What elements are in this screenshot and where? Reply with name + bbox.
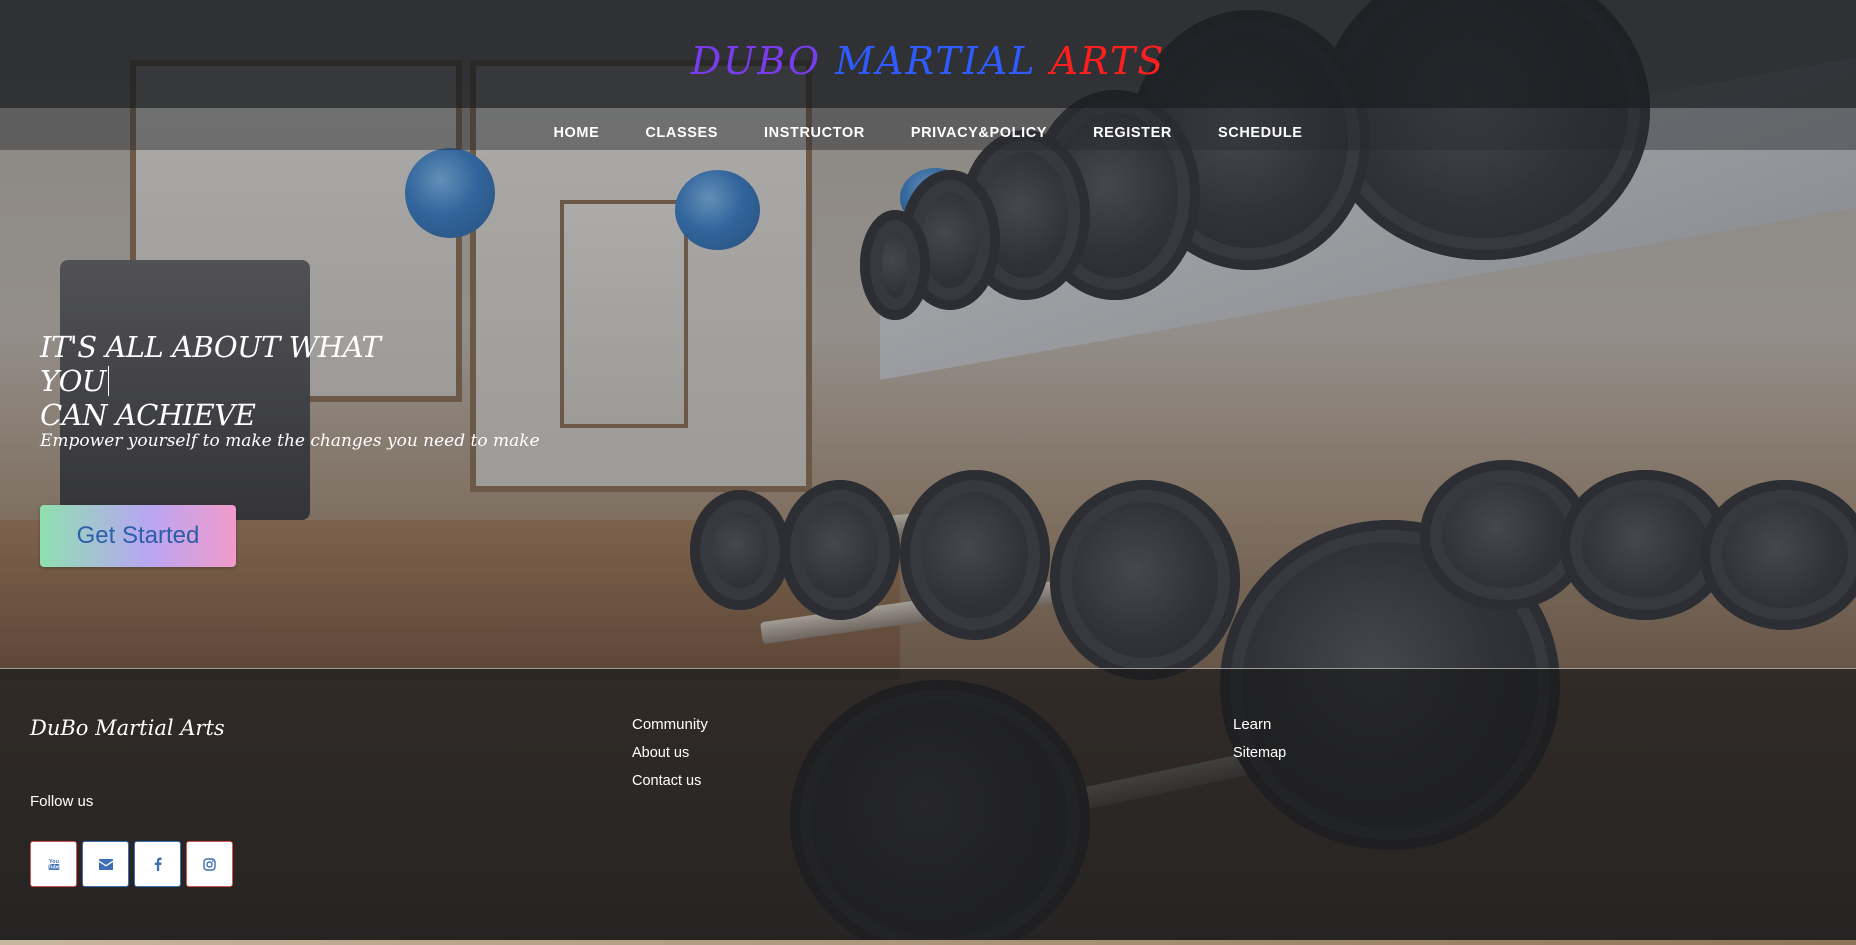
logo-word-dubo: DUBO [690, 39, 821, 83]
nav-instructor[interactable]: INSTRUCTOR [741, 118, 888, 148]
logo-word-martial: MARTIAL [835, 39, 1037, 83]
hero-title: IT'S ALL ABOUT WHAT YOU CAN ACHIEVE [40, 330, 440, 432]
hero-subtitle: Empower yourself to make the changes you… [40, 431, 540, 451]
youtube-button[interactable]: You Tube [30, 841, 77, 887]
follow-us-label: Follow us [30, 793, 94, 810]
footer-learn-column: Learn Sitemap [1233, 715, 1286, 771]
community-heading: Community [632, 716, 708, 733]
footer-brand: DuBo Martial Arts [30, 716, 225, 740]
nav-privacy-policy[interactable]: PRIVACY&POLICY [888, 118, 1070, 148]
envelope-icon [98, 858, 113, 870]
svg-text:Tube: Tube [48, 865, 60, 871]
nav-schedule[interactable]: SCHEDULE [1195, 118, 1326, 148]
instagram-button[interactable] [186, 841, 233, 887]
footer-community-column: Community About us Contact us [632, 715, 708, 799]
contact-us-link[interactable]: Contact us [632, 771, 708, 791]
get-started-button[interactable]: Get Started [40, 505, 236, 567]
email-button[interactable] [82, 841, 129, 887]
about-us-link[interactable]: About us [632, 743, 708, 763]
text-caret [107, 366, 109, 396]
facebook-icon [154, 857, 162, 871]
logo-word-arts: ARTS [1050, 39, 1166, 83]
facebook-button[interactable] [134, 841, 181, 887]
bottom-strip [0, 940, 1856, 945]
footer [0, 668, 1856, 941]
hero-title-line1: IT'S ALL ABOUT WHAT YOU [40, 330, 381, 398]
youtube-icon: You Tube [47, 857, 61, 871]
learn-heading: Learn [1233, 716, 1272, 733]
instagram-icon [203, 857, 216, 871]
sitemap-link[interactable]: Sitemap [1233, 743, 1286, 763]
page: DUBO MARTIAL ARTS HOME CLASSES INSTRUCTO… [0, 0, 1856, 945]
nav-classes[interactable]: CLASSES [622, 118, 741, 148]
main-nav: HOME CLASSES INSTRUCTOR PRIVACY&POLICY R… [0, 118, 1856, 148]
nav-register[interactable]: REGISTER [1070, 118, 1195, 148]
social-links: You Tube [30, 841, 233, 887]
nav-home[interactable]: HOME [530, 118, 622, 148]
hero-title-line2: CAN ACHIEVE [40, 398, 256, 432]
site-logo[interactable]: DUBO MARTIAL ARTS [0, 36, 1856, 86]
